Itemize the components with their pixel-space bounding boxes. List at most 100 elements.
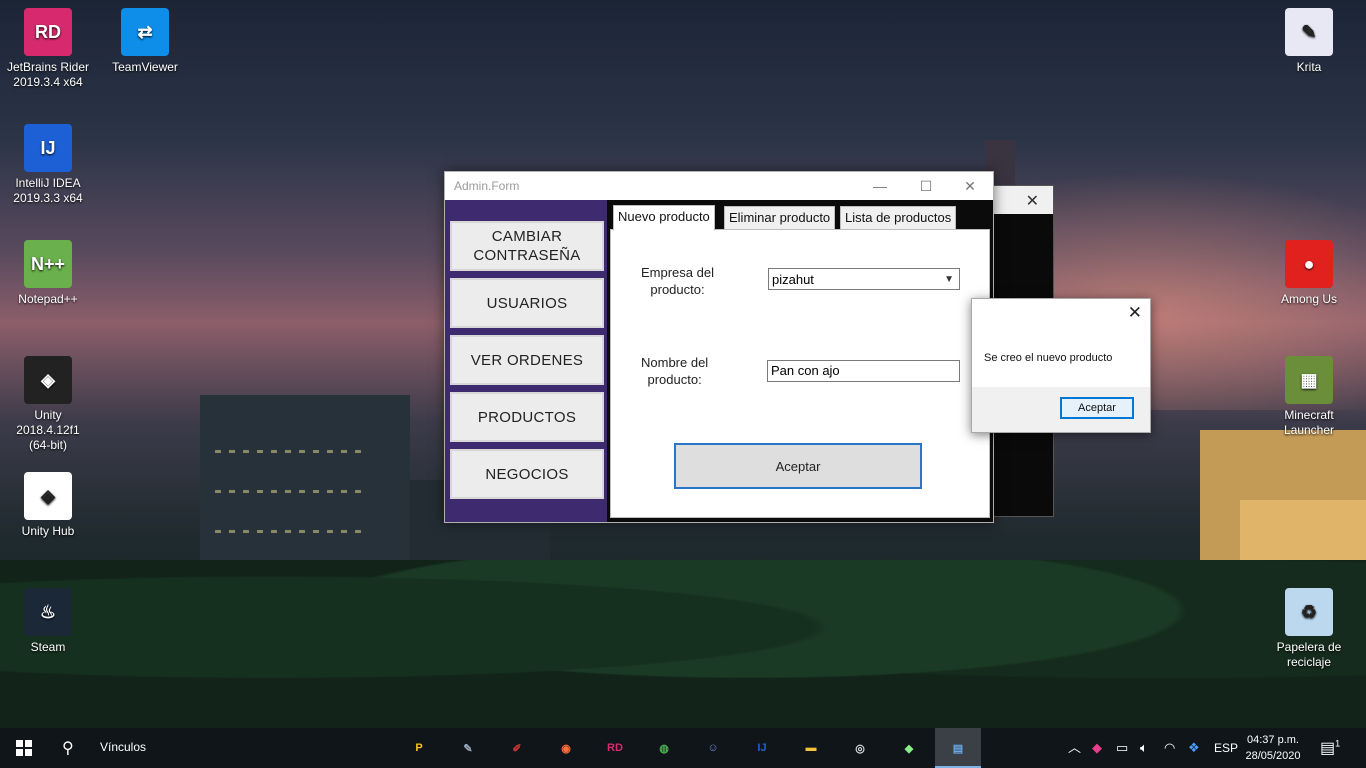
tab-nuevo-producto[interactable]: Nuevo producto: [613, 205, 715, 231]
productos-button[interactable]: PRODUCTOS: [450, 392, 604, 442]
desktop-icon-recycle-bin[interactable]: ♻ Papelera de reciclaje: [1267, 588, 1351, 670]
ver-ordenes-button[interactable]: VER ORDENES: [450, 335, 604, 385]
search-icon[interactable]: ⚲: [62, 738, 74, 758]
nombre-label: Nombre del producto:: [641, 355, 709, 387]
negocios-button[interactable]: NEGOCIOS: [450, 449, 604, 499]
dropbox-icon[interactable]: ❖: [1188, 728, 1200, 768]
links-toolbar-label[interactable]: Vínculos: [100, 740, 146, 754]
krita-icon: ✎: [463, 742, 473, 755]
taskbar-app-git[interactable]: ◆: [886, 728, 932, 768]
desktop-icon-label: Krita: [1296, 60, 1322, 74]
wallpaper-windows: [215, 530, 365, 533]
desktop-icon-label: Unity 2018.4.12f1 (64-bit): [16, 408, 80, 452]
desktop-icon-label: JetBrains Rider 2019.3.4 x64: [6, 60, 90, 89]
wallpaper-windows: [215, 450, 365, 453]
file-explorer-icon: ▬: [805, 742, 817, 754]
unity-hub-icon: ◈: [24, 472, 72, 520]
notepadpp-icon: N++: [24, 240, 72, 288]
message-aceptar-button[interactable]: Aceptar: [1060, 397, 1134, 419]
chevron-down-icon[interactable]: ▼: [944, 269, 954, 291]
desktop-icon-label: TeamViewer: [112, 60, 178, 74]
windows-logo-icon: [16, 740, 32, 756]
desktop-icon-intellij[interactable]: IJ IntelliJ IDEA 2019.3.3 x64: [6, 124, 90, 206]
taskbar-app-chrome[interactable]: ◍: [641, 728, 687, 768]
notification-count: 1: [1335, 738, 1341, 749]
taskbar-app-pencil[interactable]: ✐: [494, 728, 540, 768]
language-indicator[interactable]: ESP: [1214, 728, 1238, 768]
message-box[interactable]: ✕ Se creo el nuevo producto Aceptar: [971, 298, 1151, 433]
taskbar-app-file-explorer[interactable]: ▬: [788, 728, 834, 768]
cambiar-contrasena-button[interactable]: CAMBIAR CONTRASEÑA: [450, 221, 604, 271]
clock-date: 28/05/2020: [1245, 750, 1301, 762]
recycle-bin-icon: ♻: [1285, 588, 1333, 636]
taskbar-app-app-window[interactable]: ▤: [935, 728, 981, 768]
admin-sidebar: CAMBIAR CONTRASEÑA USUARIOS VER ORDENES …: [445, 200, 607, 522]
desktop-icon-label: Among Us: [1280, 292, 1338, 306]
desktop-icon-label: Unity Hub: [21, 524, 75, 538]
desktop-icon-rider[interactable]: RD JetBrains Rider 2019.3.4 x64: [6, 8, 90, 90]
taskbar-app-intellij[interactable]: IJ: [739, 728, 785, 768]
start-button[interactable]: [0, 728, 48, 768]
desktop-icon-notepadpp[interactable]: N++ Notepad++: [6, 240, 90, 307]
desktop-icon-minecraft[interactable]: ▦ Minecraft Launcher: [1267, 356, 1351, 438]
taskbar-app-rider[interactable]: RD: [592, 728, 638, 768]
desktop-icon-teamviewer[interactable]: ⇄ TeamViewer: [103, 8, 187, 75]
desktop-icon-unity[interactable]: ◈ Unity 2018.4.12f1 (64-bit): [6, 356, 90, 453]
pencil-icon: ✐: [512, 742, 522, 755]
notification-icon[interactable]: ▤1: [1320, 738, 1340, 758]
taskbar-app-firefox[interactable]: ◉: [543, 728, 589, 768]
chevron-up-icon[interactable]: ︿: [1068, 728, 1081, 768]
discord-icon: ☺: [707, 742, 719, 754]
empresa-selected-value: pizahut: [772, 272, 814, 287]
desktop-icon-label: Steam: [30, 640, 66, 654]
desktop-icon-krita[interactable]: ✎ Krita: [1267, 8, 1351, 75]
desktop-icon-label: Papelera de reciclaje: [1276, 640, 1342, 669]
background-window-titlebar[interactable]: ✕: [991, 186, 1053, 214]
among-us-icon: ●: [1285, 240, 1333, 288]
taskbar: ⚲ Vínculos P ✎ ✐ ◉ RD ◍ ☺ IJ ▬ ◎ ◆ ▤ ︿ ◆ ▭ 🔈︎ ◠ ❖ E…: [0, 728, 1366, 768]
firefox-icon: ◉: [561, 742, 571, 755]
taskbar-app-krita[interactable]: ✎: [445, 728, 491, 768]
app-window-icon: ▤: [952, 742, 964, 755]
battery-icon[interactable]: ▭: [1116, 728, 1128, 768]
taskbar-app-plex[interactable]: P: [396, 728, 442, 768]
tab-eliminar-producto[interactable]: Eliminar producto: [724, 206, 836, 230]
close-icon[interactable]: ✕: [1128, 303, 1142, 323]
tray-app-icon[interactable]: ◆: [1092, 728, 1102, 768]
desktop-icon-label: Notepad++: [18, 292, 78, 306]
git-icon: ◆: [904, 742, 914, 755]
desktop-icon-unity-hub[interactable]: ◈ Unity Hub: [6, 472, 90, 539]
teamviewer-icon: ⇄: [121, 8, 169, 56]
wallpaper-trees: [0, 560, 1366, 728]
close-icon[interactable]: ✕: [947, 172, 993, 200]
message-box-footer: Aceptar: [972, 387, 1150, 432]
maximize-icon[interactable]: ☐: [903, 172, 949, 200]
clock[interactable]: 04:37 p.m. 28/05/2020: [1238, 732, 1308, 764]
tab-lista-productos[interactable]: Lista de productos: [840, 206, 957, 230]
minimize-icon[interactable]: —: [857, 172, 903, 200]
admin-form-titlebar[interactable]: Admin.Form — ☐ ✕: [445, 172, 993, 200]
krita-icon: ✎: [1285, 8, 1333, 56]
message-text: Se creo el nuevo producto: [984, 352, 1113, 364]
plex-icon: P: [415, 742, 423, 754]
wallpaper-windows: [215, 490, 365, 493]
aceptar-button[interactable]: Aceptar: [674, 443, 922, 489]
media-icon: ◎: [855, 742, 865, 755]
empresa-select[interactable]: pizahut ▼: [768, 268, 960, 290]
desktop-icon-label: Minecraft Launcher: [1283, 408, 1335, 437]
rider-icon: RD: [607, 742, 623, 754]
usuarios-button[interactable]: USUARIOS: [450, 278, 604, 328]
close-icon[interactable]: ✕: [1026, 191, 1039, 211]
intellij-icon: IJ: [24, 124, 72, 172]
window-title: Admin.Form: [454, 179, 520, 193]
steam-icon: ♨: [24, 588, 72, 636]
volume-icon[interactable]: 🔈︎: [1140, 728, 1148, 768]
desktop-icon-among-us[interactable]: ● Among Us: [1267, 240, 1351, 307]
nombre-producto-input[interactable]: Pan con ajo: [767, 360, 960, 382]
desktop-icon-steam[interactable]: ♨ Steam: [6, 588, 90, 655]
taskbar-app-discord[interactable]: ☺: [690, 728, 736, 768]
rider-icon: RD: [24, 8, 72, 56]
admin-form-window[interactable]: Admin.Form — ☐ ✕ CAMBIAR CONTRASEÑA USUA…: [444, 171, 994, 523]
network-icon[interactable]: ◠: [1164, 728, 1175, 768]
taskbar-app-media[interactable]: ◎: [837, 728, 883, 768]
